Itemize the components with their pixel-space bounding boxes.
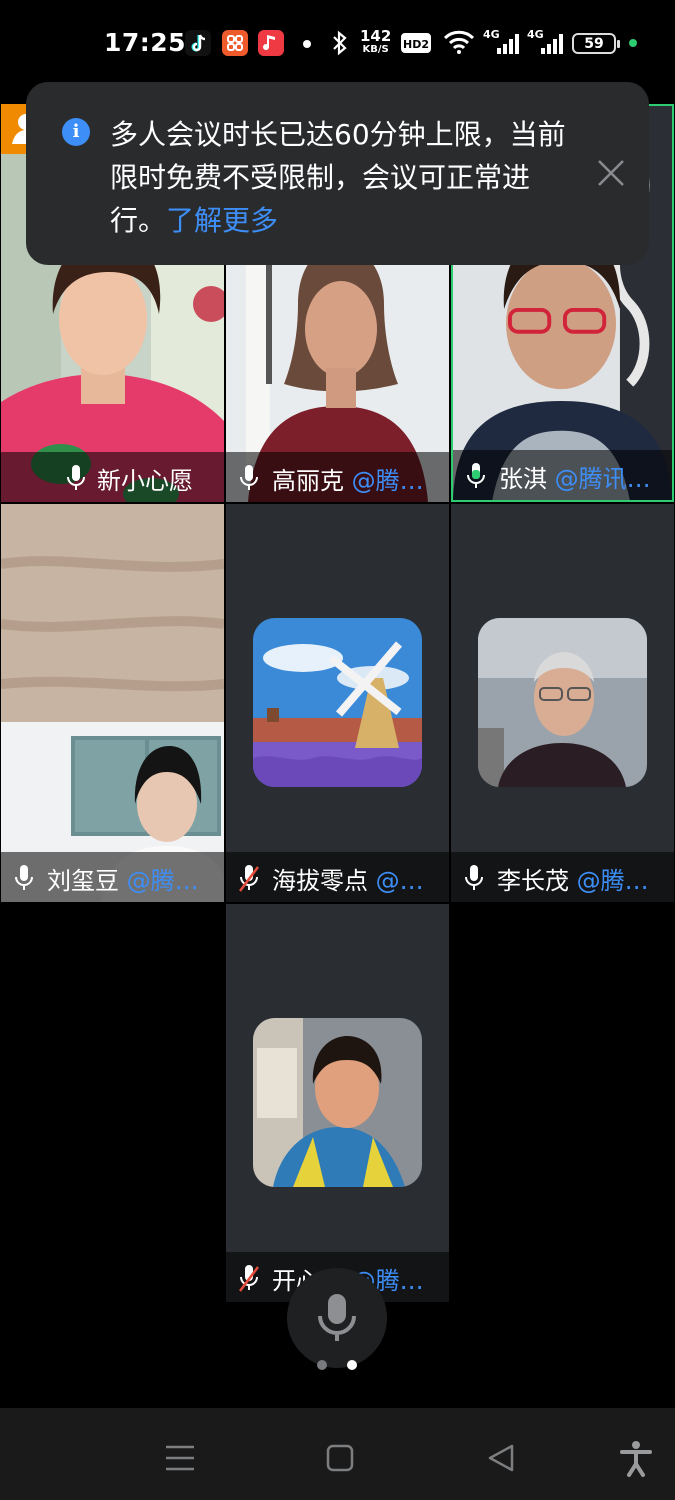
- participant-name: 张淇: [499, 465, 547, 493]
- close-icon[interactable]: [596, 158, 626, 188]
- microphone-icon: [318, 1294, 356, 1341]
- microphone-muted-icon: [238, 863, 260, 893]
- participant-org: @腾…: [569, 867, 649, 895]
- microphone-icon: [463, 863, 485, 893]
- participant-tile[interactable]: 刘玺豆 @腾…: [1, 504, 224, 902]
- status-bar: 17:25 142 KB/S HD2 4G 4G 59: [0, 0, 675, 86]
- system-navigation-bar: [0, 1408, 675, 1500]
- participant-label: 李长茂 @腾…: [451, 852, 674, 902]
- wifi-icon: [443, 30, 475, 58]
- microphone-icon: [65, 463, 87, 493]
- participant-label: 张淇 @腾讯…: [453, 450, 672, 500]
- info-icon: i: [62, 118, 90, 146]
- participant-org: @腾讯…: [547, 465, 651, 493]
- profile-avatar: [253, 1018, 422, 1187]
- home-icon[interactable]: [320, 1438, 360, 1478]
- microphone-speaking-icon: [465, 461, 487, 491]
- profile-avatar: [478, 618, 647, 787]
- sim1-signal-icon: [497, 34, 519, 54]
- tiktok-icon: [185, 30, 211, 56]
- bluetooth-icon: [331, 29, 349, 61]
- participant-tile[interactable]: 李长茂 @腾…: [451, 504, 674, 902]
- participant-name: 刘玺豆: [47, 867, 119, 895]
- network-speed: 142 KB/S: [360, 27, 392, 56]
- participant-name: 海拔零点: [272, 867, 368, 895]
- participant-name: 高丽克: [272, 467, 344, 495]
- battery-indicator: 59: [572, 33, 620, 54]
- sim2-signal-icon: [541, 34, 563, 54]
- page-indicator-dot[interactable]: [317, 1360, 327, 1370]
- participant-org: @…: [368, 867, 424, 895]
- microphone-icon: [238, 463, 260, 493]
- participant-org: @腾…: [344, 467, 424, 495]
- music-icon: [258, 30, 284, 56]
- floating-mic-button[interactable]: [287, 1268, 387, 1368]
- video-feed: [1, 504, 224, 902]
- page-indicator-dot-active[interactable]: [347, 1360, 357, 1370]
- participant-label: 高丽克 @腾…: [226, 452, 449, 502]
- hd-voice-badge: HD2: [401, 33, 431, 53]
- participant-label: 刘玺豆 @腾…: [1, 852, 224, 902]
- participant-label: 海拔零点 @…: [226, 852, 449, 902]
- profile-avatar: [253, 618, 422, 787]
- participant-tile[interactable]: 海拔零点 @…: [226, 504, 449, 902]
- participant-label: 新小心愿: [1, 452, 224, 502]
- participant-tile[interactable]: 开心果 @腾…: [226, 904, 449, 1302]
- participant-org: @腾…: [119, 867, 199, 895]
- microphone-muted-icon: [238, 1263, 260, 1293]
- privacy-indicator-dot: [629, 39, 637, 47]
- meeting-limit-notification: i 多人会议时长已达60分钟上限，当前限时免费不受限制，会议可正常进行。了解更多: [26, 82, 649, 265]
- clock: 17:25: [104, 28, 187, 57]
- learn-more-link[interactable]: 了解更多: [166, 204, 278, 237]
- notification-dot: [303, 40, 311, 48]
- accessibility-icon[interactable]: [616, 1438, 656, 1478]
- notification-text: 多人会议时长已达60分钟上限，当前限时免费不受限制，会议可正常进行。了解更多: [110, 113, 580, 242]
- microphone-icon: [13, 863, 35, 893]
- menu-icon[interactable]: [160, 1438, 200, 1478]
- participant-name: 新小心愿: [97, 467, 193, 495]
- back-icon[interactable]: [482, 1438, 522, 1478]
- participant-name: 李长茂: [497, 867, 569, 895]
- app-store-icon: [222, 30, 248, 56]
